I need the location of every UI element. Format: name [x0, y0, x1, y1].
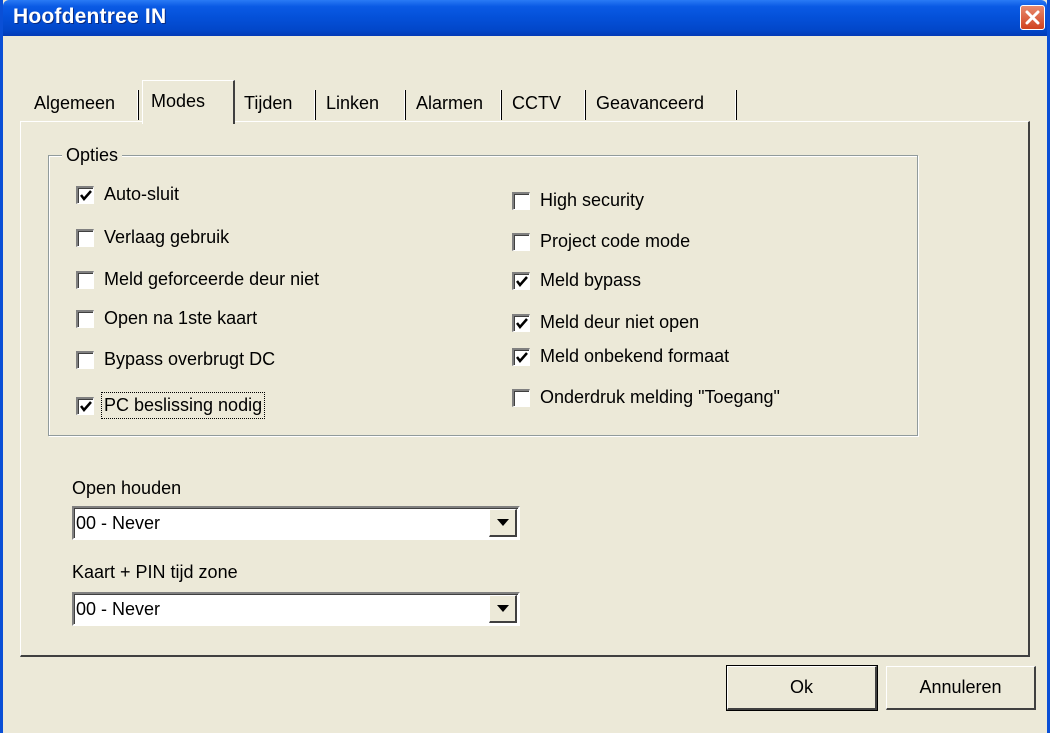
checkbox-label: Auto-sluit — [104, 184, 180, 204]
open-houden-label: Open houden — [72, 478, 182, 498]
tab-separator — [735, 90, 737, 120]
open-houden-select[interactable]: 00 - Never — [72, 506, 520, 540]
tab-separator — [500, 90, 502, 120]
tab-separator — [314, 90, 316, 120]
tab-separator — [584, 90, 586, 120]
tab-cctv[interactable]: CCTV — [504, 86, 569, 120]
checkbox-meld-bypass[interactable]: Meld bypass — [512, 270, 641, 291]
checkbox-box[interactable] — [76, 270, 94, 289]
checkmark-icon — [80, 189, 92, 201]
checkbox-label: Meld deur niet open — [540, 312, 700, 332]
checkbox-box[interactable] — [512, 271, 530, 290]
checkbox-box[interactable] — [76, 350, 94, 369]
checkbox-open-na-1ste-kaart[interactable]: Open na 1ste kaart — [76, 308, 257, 329]
checkbox-high-security[interactable]: High security — [512, 190, 644, 211]
checkbox-bypass-overbrugt-dc[interactable]: Bypass overbrugt DC — [76, 349, 275, 370]
chevron-down-icon — [497, 605, 509, 612]
checkbox-meld-deur-niet-open[interactable]: Meld deur niet open — [512, 312, 699, 333]
cancel-button[interactable]: Annuleren — [886, 666, 1036, 710]
tab-separator — [404, 90, 406, 120]
checkmark-icon — [516, 351, 528, 363]
checkbox-meld-onbekend-formaat[interactable]: Meld onbekend formaat — [512, 346, 729, 367]
checkbox-onderdruk-melding-toegang[interactable]: Onderdruk melding "Toegang" — [512, 387, 780, 408]
tab-alarmen[interactable]: Alarmen — [408, 86, 491, 120]
checkbox-meld-geforceerde-deur-niet[interactable]: Meld geforceerde deur niet — [76, 269, 319, 290]
checkbox-label: Bypass overbrugt DC — [104, 349, 276, 369]
checkbox-box[interactable] — [76, 309, 94, 328]
checkbox-label: Meld geforceerde deur niet — [104, 269, 320, 289]
checkbox-label: Open na 1ste kaart — [104, 308, 258, 328]
kaart-pin-dropdown-button[interactable] — [489, 595, 517, 623]
kaart-pin-select[interactable]: 00 - Never — [72, 592, 520, 626]
tab-tijden[interactable]: Tijden — [236, 86, 300, 120]
tab-linken[interactable]: Linken — [318, 86, 387, 120]
kaart-pin-label: Kaart + PIN tijd zone — [72, 562, 238, 582]
open-houden-dropdown-button[interactable] — [489, 509, 517, 537]
checkbox-project-code-mode[interactable]: Project code mode — [512, 231, 690, 252]
title-bar[interactable]: Hoofdentree IN — [3, 0, 1047, 36]
close-icon — [1025, 10, 1040, 25]
checkbox-label: Meld onbekend formaat — [540, 346, 730, 366]
checkbox-box[interactable] — [512, 232, 530, 251]
checkmark-icon — [516, 317, 528, 329]
checkbox-box[interactable] — [512, 388, 530, 407]
checkmark-icon — [516, 275, 528, 287]
tab-separator — [137, 90, 139, 120]
checkbox-box[interactable] — [76, 228, 94, 247]
tab-geavanceerd[interactable]: Geavanceerd — [588, 86, 712, 120]
checkbox-label: Project code mode — [540, 231, 691, 251]
checkbox-label: Onderdruk melding "Toegang" — [540, 387, 780, 407]
tab-modes[interactable]: Modes — [142, 80, 235, 124]
checkbox-label: High security — [540, 190, 645, 210]
checkbox-pc-beslissing-nodig[interactable]: PC beslissing nodig — [76, 392, 266, 419]
kaart-pin-value: 00 - Never — [76, 599, 161, 619]
checkbox-box[interactable] — [512, 347, 530, 366]
open-houden-value: 00 - Never — [76, 513, 161, 533]
checkmark-icon — [80, 400, 92, 412]
tab-algemeen[interactable]: Algemeen — [26, 86, 123, 120]
checkbox-auto-sluit[interactable]: Auto-sluit — [76, 184, 179, 205]
ok-button[interactable]: Ok — [726, 665, 878, 711]
checkbox-box[interactable] — [512, 313, 530, 332]
close-button[interactable] — [1020, 5, 1045, 30]
checkbox-label: PC beslissing nodig — [100, 392, 266, 419]
chevron-down-icon — [497, 519, 509, 526]
checkbox-box[interactable] — [76, 396, 94, 415]
window-title: Hoofdentree IN — [13, 5, 167, 28]
checkbox-label: Meld bypass — [540, 270, 642, 290]
checkbox-box[interactable] — [512, 191, 530, 210]
checkbox-label: Verlaag gebruik — [104, 227, 230, 247]
checkbox-verlaag-gebruik[interactable]: Verlaag gebruik — [76, 227, 229, 248]
checkbox-box[interactable] — [76, 185, 94, 204]
options-group-label: Opties — [62, 145, 123, 166]
